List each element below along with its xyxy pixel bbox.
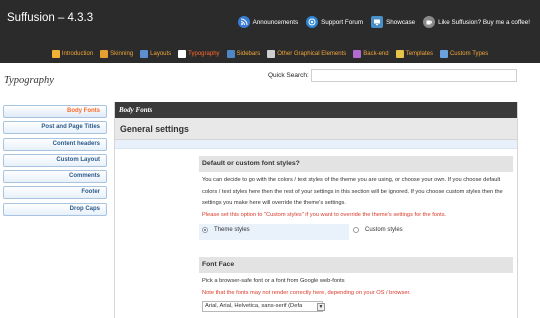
nav-sidebars[interactable]: Sidebars [226, 49, 261, 58]
sidebars-icon [226, 49, 235, 58]
setting-font-style: Default or custom font styles? You can d… [199, 156, 513, 240]
sidebar-item-custom-layout[interactable]: Custom Layout [3, 153, 107, 167]
coffee-link[interactable]: Like Suffusion? Buy me a coffee! [423, 16, 530, 28]
divider [115, 140, 517, 149]
backend-icon [353, 49, 362, 58]
showcase-link[interactable]: Showcase [371, 16, 415, 28]
coffee-label: Like Suffusion? Buy me a coffee! [438, 18, 530, 26]
typography-icon [178, 49, 187, 58]
templates-icon [395, 49, 404, 58]
intro-icon [51, 49, 60, 58]
nav-label: Typography [188, 50, 220, 57]
announcements-link[interactable]: Announcements [237, 16, 299, 28]
font-face-select[interactable]: Arial, Arial, Helvetica, sans-serif (Def… [202, 301, 323, 313]
nav-label: Sidebars [236, 50, 261, 57]
support-icon [306, 16, 319, 28]
radio-label: Custom styles [365, 226, 403, 233]
radio-theme-styles[interactable]: Theme styles [202, 226, 250, 233]
nav-typography[interactable]: Typography [178, 49, 220, 58]
group-title: General settings [115, 118, 517, 140]
showcase-icon [371, 16, 384, 28]
radio-unchecked-icon [353, 226, 359, 233]
skinning-icon [100, 49, 109, 58]
nav-label: Introduction [61, 50, 94, 57]
font-face-select-row: Arial, Arial, Helvetica, sans-serif (Def… [199, 299, 513, 314]
custom-types-icon [439, 49, 448, 58]
nav-label: Layouts [150, 50, 172, 57]
coffee-icon [423, 16, 436, 28]
rss-icon [237, 16, 250, 28]
nav-back-end[interactable]: Back-end [353, 49, 389, 58]
sidebar-item-footer[interactable]: Footer [3, 186, 107, 200]
nav-label: Custom Types [449, 50, 489, 57]
setting-title: Default or custom font styles? [199, 156, 513, 172]
top-header: Suffusion – 4.3.3 Announcements Support … [0, 0, 540, 63]
settings-panel: Body Fonts General settings Default or c… [114, 102, 518, 318]
sidebar-item-post-and-page-titles[interactable]: Post and Page Titles [3, 121, 107, 135]
nav-custom-types[interactable]: Custom Types [439, 49, 489, 58]
quick-search-label: Quick Search: [268, 72, 309, 79]
layouts-icon [140, 49, 149, 58]
header-links: Announcements Support Forum Showcase Lik… [237, 16, 530, 28]
sidebar-item-content-headers[interactable]: Content headers [3, 137, 107, 151]
showcase-label: Showcase [386, 18, 416, 26]
radio-custom-styles[interactable]: Custom styles [353, 226, 403, 233]
nav-skinning[interactable]: Skinning [100, 49, 134, 58]
app-title: Suffusion – 4.3.3 [7, 12, 94, 24]
settings-sidebar: Body Fonts Post and Page Titles Content … [3, 105, 107, 219]
radio-checked-icon [202, 226, 208, 233]
nav-label: Skinning [110, 50, 134, 57]
nav-other-graphical-elements[interactable]: Other Graphical Elements [267, 49, 347, 58]
setting-warning: Please set this option to "Custom styles… [202, 212, 447, 219]
support-forum-label: Support Forum [321, 18, 364, 26]
section-title: Body Fonts [115, 102, 517, 118]
support-forum-link[interactable]: Support Forum [306, 16, 363, 28]
setting-description: You can decide to go with the colors / t… [202, 177, 503, 207]
sidebar-item-comments[interactable]: Comments [3, 170, 107, 184]
nav-label: Other Graphical Elements [277, 50, 347, 57]
nav-templates[interactable]: Templates [395, 49, 433, 58]
main-nav: Introduction Skinning Layouts Typography… [0, 44, 540, 63]
graphics-icon [267, 49, 276, 58]
setting-warning: Note that the fonts may not render corre… [202, 289, 411, 296]
setting-description: Pick a browser-safe font or a font from … [202, 278, 345, 284]
nav-introduction[interactable]: Introduction [51, 49, 94, 58]
quick-search-input[interactable] [311, 69, 517, 82]
font-style-options: Theme styles Custom styles [199, 223, 513, 240]
radio-label: Theme styles [214, 226, 250, 233]
announcements-label: Announcements [252, 18, 299, 26]
chevron-down-icon[interactable]: ▼ [317, 302, 325, 311]
sidebar-item-drop-caps[interactable]: Drop Caps [3, 202, 107, 216]
nav-layouts[interactable]: Layouts [140, 49, 172, 58]
setting-font-face: Font Face Pick a browser-safe font or a … [199, 257, 513, 314]
nav-label: Templates [405, 50, 433, 57]
page-title: Typography [4, 75, 54, 86]
sidebar-item-body-fonts[interactable]: Body Fonts [3, 105, 107, 118]
setting-title: Font Face [199, 257, 513, 273]
nav-label: Back-end [363, 50, 389, 57]
